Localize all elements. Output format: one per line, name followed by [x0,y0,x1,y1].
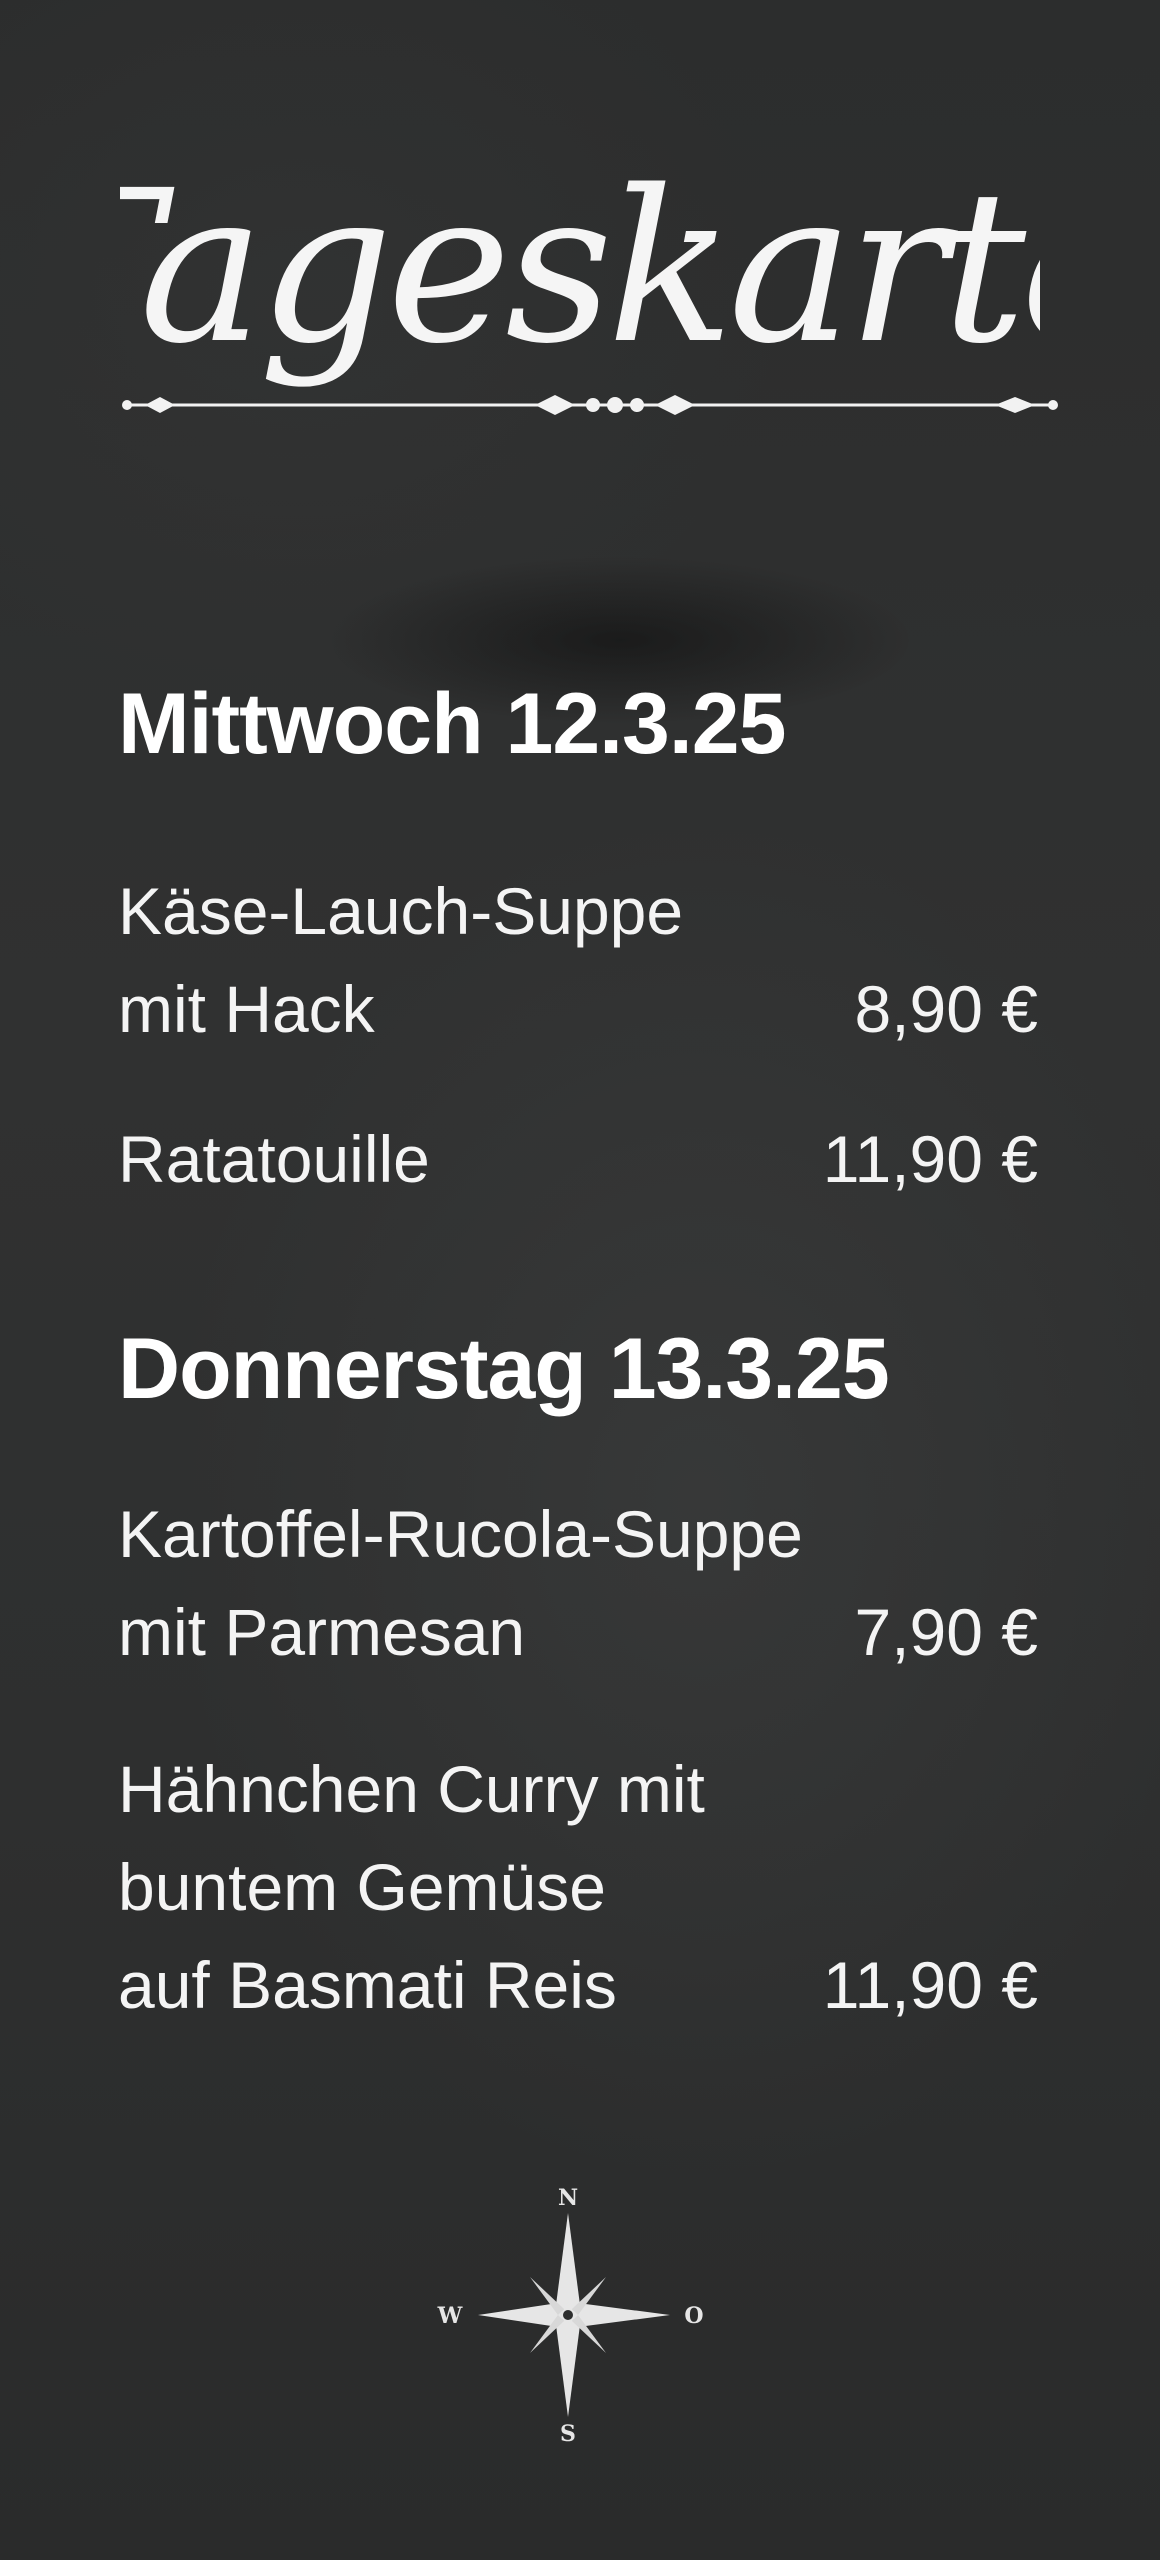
compass-east-label: O [684,2303,703,2329]
dish-item: Ratatouille 11,90 € [118,1110,1038,1208]
menu-title-text: Tageskarte [120,145,1040,390]
dish-price: 8,90 € [854,972,1039,1046]
compass-rose-icon: N W O S [418,2185,718,2445]
compass-west-label: W [437,2303,463,2329]
compass-north-label: N [558,2185,578,2211]
dish-item: Kartoffel-Rucola-Suppe mit Parmesan 7,90… [118,1485,1038,1681]
dish-item: Käse-Lauch-Suppe mit Hack 8,90 € [118,862,1038,1058]
menu-title: Tageskarte [120,95,1040,425]
day-heading-thursday: Donnerstag 13.3.25 [118,1321,890,1417]
ornamental-divider [115,385,1065,425]
dish-price: 11,90 € [822,1948,1038,2022]
dish-name-line: Käse-Lauch-Suppe [118,874,684,948]
dish-name-line: Hähnchen Curry mit [118,1752,705,1826]
compass-south-label: S [560,2421,576,2445]
dish-name-line: Kartoffel-Rucola-Suppe [118,1497,803,1571]
chalkboard-menu: ​ Tageskarte Mittwoch 12.3.25 Käse-Lauch… [0,0,1160,2560]
day-heading-wednesday: Mittwoch 12.3.25 [118,676,786,772]
dish-price: 7,90 € [854,1595,1039,1669]
dish-price: 11,90 € [822,1122,1038,1196]
dish-name-line: buntem Gemüse [118,1850,606,1924]
dish-item: Hähnchen Curry mit buntem Gemüse auf Bas… [118,1740,1038,2034]
